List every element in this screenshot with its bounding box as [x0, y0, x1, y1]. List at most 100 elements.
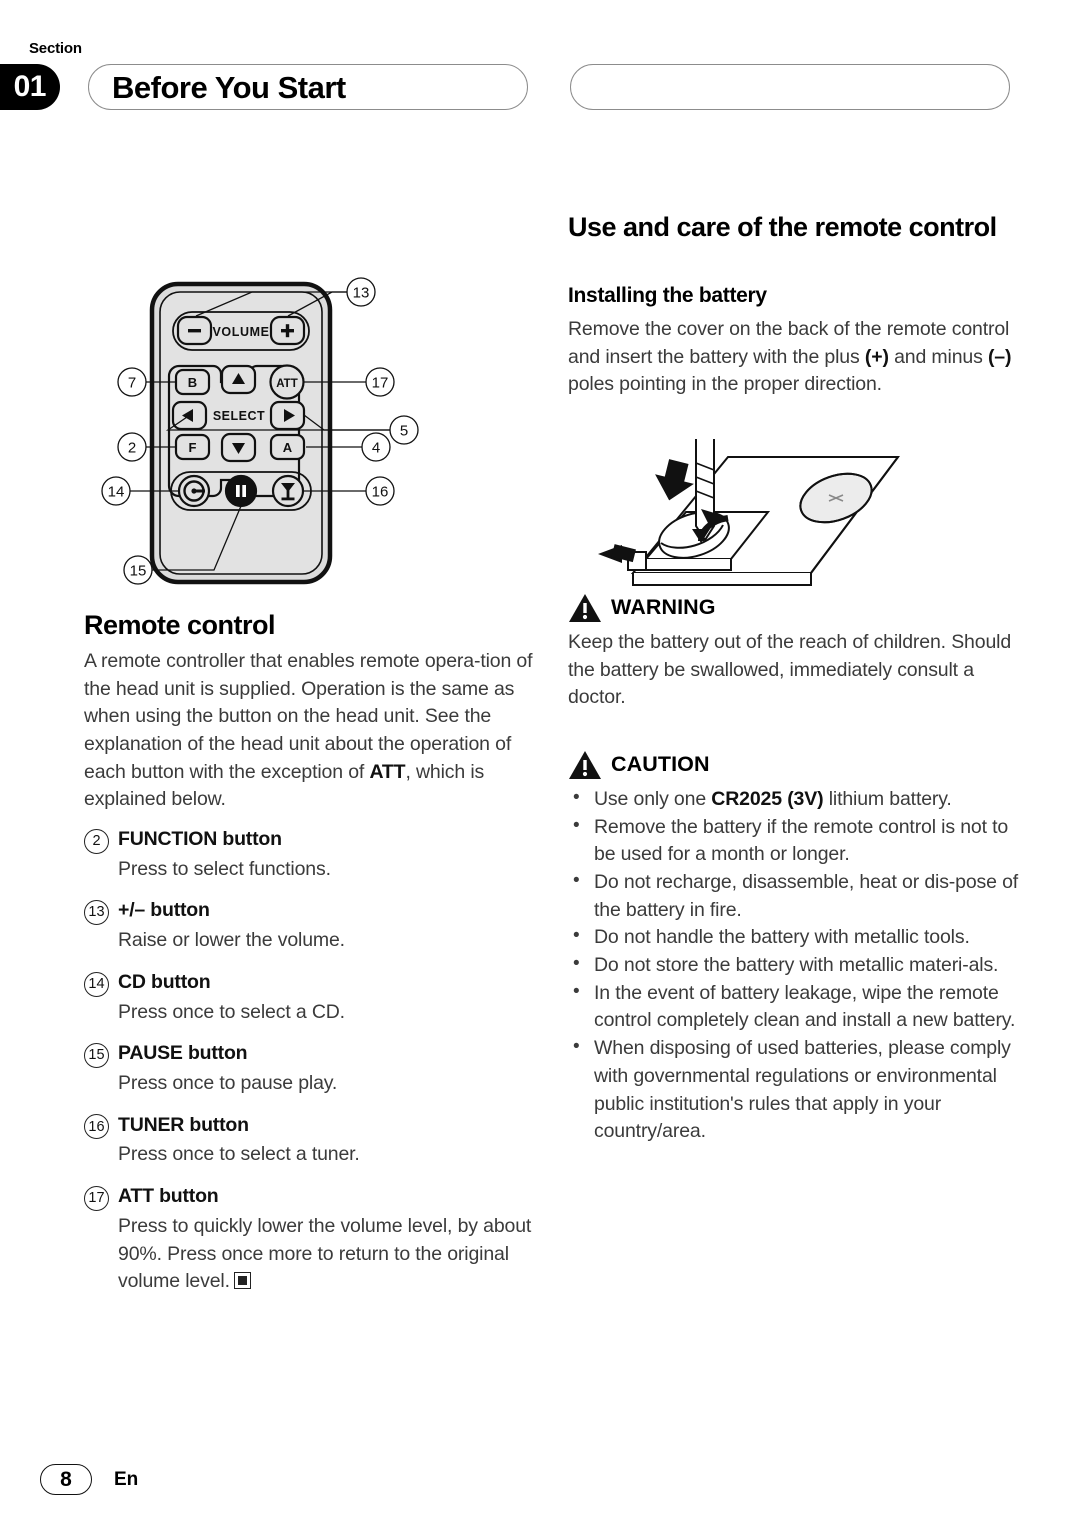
battery-installation-figure — [568, 413, 1020, 593]
list-item: When disposing of used batteries, please… — [568, 1034, 1020, 1146]
section-number-badge: 01 — [0, 64, 60, 110]
button-item-header: 14 CD button — [84, 971, 536, 997]
volume-label: VOLUME — [212, 325, 269, 339]
caution-block: CAUTION Use only one CR2025 (3V) lithium… — [568, 750, 1020, 1146]
installing-battery-heading: Installing the battery — [568, 283, 767, 307]
callout-number-badge: 15 — [84, 1043, 109, 1069]
button-item-header: 17 ATT button — [84, 1185, 536, 1211]
manual-page: Section 01 Before You Start .bodyline{fi… — [0, 0, 1080, 1533]
bullet-text: Do not handle the battery with metallic … — [594, 926, 970, 949]
page-title: Before You Start — [112, 70, 346, 105]
use-and-care-heading: Use and care of the remote control — [568, 212, 997, 242]
callout-number-badge: 13 — [84, 900, 109, 926]
caution-triangle-icon — [569, 750, 601, 779]
button-description: Raise or lower the volume. — [118, 929, 345, 952]
bullet-text: Do not recharge, disassemble, heat or di… — [594, 871, 1019, 921]
warning-triangle-icon — [569, 593, 601, 622]
select-label: SELECT — [213, 409, 265, 423]
end-of-section-mark-icon — [233, 1272, 251, 1290]
push-down-arrow — [655, 459, 694, 501]
f-button-label: F — [189, 440, 197, 455]
button-name: +/– button — [118, 899, 210, 922]
plus-pole-bold: (+) — [864, 345, 889, 368]
bullet-text: When disposing of used batteries, please… — [594, 1037, 1011, 1143]
bullet-text: Do not store the battery with metallic m… — [594, 954, 999, 977]
callout-number-badge: 17 — [84, 1185, 109, 1211]
list-item: 2 FUNCTION button Press to select functi… — [84, 828, 536, 883]
list-item: 13 +/– button Raise or lower the volume. — [84, 899, 536, 954]
att-button-label: ATT — [276, 378, 298, 390]
warning-header: WARNING — [568, 593, 1020, 623]
remote-control-heading: Remote control — [84, 610, 276, 640]
page-footer: 8 En — [40, 1464, 138, 1495]
b-button-label: B — [188, 375, 197, 390]
button-name: TUNER button — [118, 1113, 249, 1136]
left-column: .bodyline{fill:none;stroke:#111;stroke-w… — [84, 150, 536, 1312]
bullet-text: Remove the battery if the remote control… — [594, 815, 1009, 866]
callout-7: 7 — [128, 375, 136, 392]
callout-16: 16 — [372, 484, 389, 501]
button-description: Press to select functions. — [118, 857, 331, 880]
button-name: ATT button — [118, 1185, 219, 1208]
list-item: 16 TUNER button Press once to select a t… — [84, 1114, 536, 1169]
callout-2: 2 — [128, 440, 136, 457]
callout-17: 17 — [372, 375, 389, 392]
callout-number-badge: 2 — [84, 828, 109, 854]
list-item: 17 ATT button Press to quickly lower the… — [84, 1185, 536, 1296]
button-description: Press once to select a CD. — [118, 1000, 345, 1023]
list-item: Use only one CR2025 (3V) lithium battery… — [568, 785, 1020, 814]
remote-control-svg: .bodyline{fill:none;stroke:#111;stroke-w… — [101, 277, 419, 585]
button-item-header: 16 TUNER button — [84, 1114, 536, 1140]
bullet-text-post: lithium battery. — [823, 787, 952, 810]
button-item-header: 2 FUNCTION button — [84, 828, 536, 854]
bullet-text: Use only one — [594, 787, 712, 810]
callout-15: 15 — [130, 563, 147, 580]
minus-pole-bold: (–) — [987, 345, 1012, 368]
list-item: Remove the battery if the remote control… — [568, 813, 1020, 869]
warning-body: Keep the battery out of the reach of chi… — [568, 630, 1012, 709]
page-number-badge: 8 — [40, 1464, 92, 1495]
remote-case-side — [632, 572, 812, 586]
caution-bullet-list: Use only one CR2025 (3V) lithium battery… — [568, 785, 1020, 1146]
callout-14: 14 — [108, 484, 125, 501]
callout-number-badge: 14 — [84, 971, 109, 997]
a-button-label: A — [283, 440, 293, 455]
battery-intro-part-5: poles pointing in the proper direction. — [568, 373, 882, 396]
pause-button — [224, 474, 258, 508]
page-header: Section 01 Before You Start — [0, 28, 1080, 118]
button-name: PAUSE button — [118, 1042, 248, 1065]
caution-header: CAUTION — [568, 750, 1020, 780]
callout-13: 13 — [353, 285, 370, 302]
bottom-button-row — [170, 471, 312, 511]
bullet-bold: CR2025 (3V) — [711, 787, 824, 810]
intro-att-bold: ATT — [369, 760, 406, 783]
list-item: Do not recharge, disassemble, heat or di… — [568, 868, 1020, 924]
right-column: Use and care of the remote control Insta… — [568, 150, 1020, 1146]
button-item-header: 15 PAUSE button — [84, 1042, 536, 1069]
warning-block: WARNING Keep the battery out of the reac… — [568, 593, 1020, 712]
list-item: 14 CD button Press once to select a CD. — [84, 971, 536, 1026]
installing-battery-intro: Remove the cover on the back of the remo… — [568, 316, 1020, 399]
list-item: 15 PAUSE button Press once to pause play… — [84, 1042, 536, 1097]
remote-control-intro: A remote controller that enables remote … — [84, 648, 536, 814]
callout-5: 5 — [400, 423, 408, 440]
callout-4: 4 — [372, 440, 380, 457]
volume-minus-icon — [188, 329, 201, 333]
warning-title: WARNING — [611, 595, 716, 620]
button-description-text: Press to quickly lower the volume level,… — [118, 1214, 532, 1293]
list-item: Do not handle the battery with metallic … — [568, 923, 1020, 952]
list-item: In the event of battery leakage, wipe th… — [568, 979, 1020, 1035]
callout-number-badge: 16 — [84, 1114, 109, 1140]
battery-intro-part-3: and minus — [888, 345, 988, 368]
header-right-pill — [570, 64, 1010, 110]
button-name: CD button — [118, 970, 211, 993]
battery-installation-svg — [598, 438, 900, 586]
language-code: En — [114, 1468, 139, 1490]
list-item: Do not store the battery with metallic m… — [568, 951, 1020, 980]
bullet-text: In the event of battery leakage, wipe th… — [594, 981, 1016, 1032]
remote-control-figure: .bodyline{fill:none;stroke:#111;stroke-w… — [84, 270, 536, 610]
caution-title: CAUTION — [611, 752, 710, 777]
button-item-header: 13 +/– button — [84, 899, 536, 926]
section-label: Section — [29, 40, 82, 57]
button-description: Press to quickly lower the volume level,… — [118, 1213, 536, 1296]
